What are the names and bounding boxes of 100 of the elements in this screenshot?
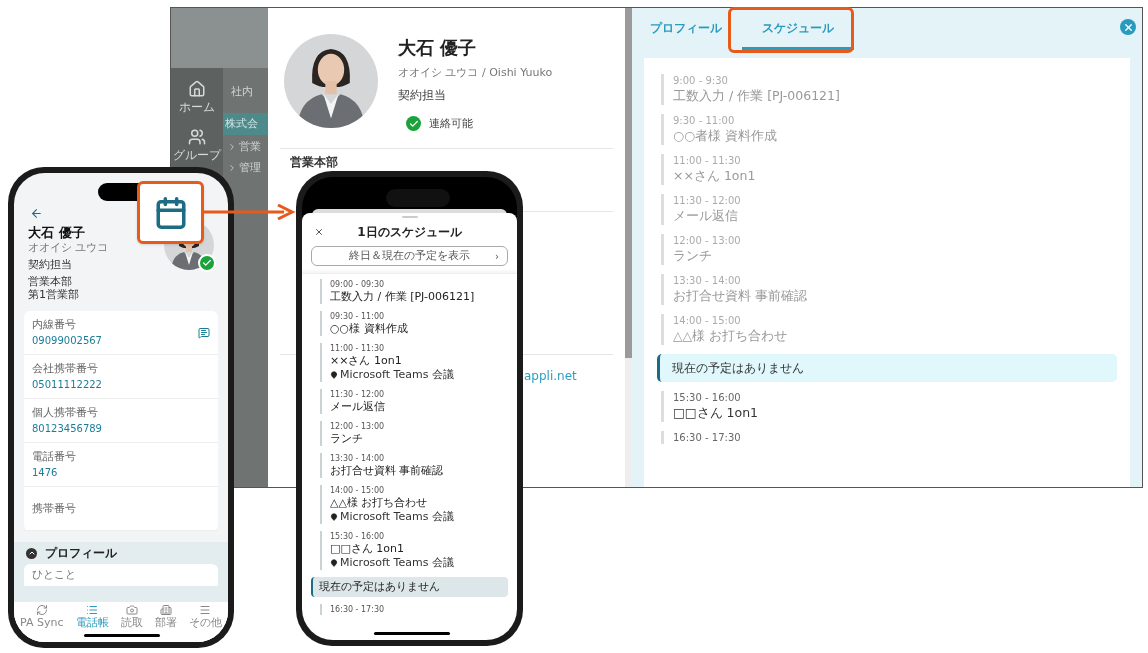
- event-time: 9:00 - 9:30: [673, 74, 729, 87]
- nav-item[interactable]: 電話帳: [75, 604, 109, 629]
- sidebar-item[interactable]: ホーム: [179, 80, 215, 116]
- current-status: 現在の予定はありません: [311, 577, 508, 597]
- event-time: 14:00 - 15:00: [673, 314, 742, 327]
- field-label: 内線番号: [32, 318, 77, 332]
- close-icon[interactable]: [314, 227, 324, 237]
- list-icon: [86, 604, 99, 616]
- event-time: 09:30 - 11:00: [330, 311, 386, 322]
- event-title: ランチ: [673, 247, 713, 265]
- event-time: 16:30 - 17:30: [673, 431, 742, 444]
- event-time: 12:00 - 13:00: [330, 421, 386, 432]
- available-icon: [406, 116, 421, 132]
- event-title: 工数入力 / 作業 [PJ-006121]: [673, 87, 841, 105]
- event-title: □□さん 1on1: [330, 542, 405, 556]
- nav-item[interactable]: 部署: [154, 604, 177, 629]
- person-name: 大石 優子: [28, 224, 86, 241]
- event-title: △△様 お打ち合わせ: [673, 327, 789, 345]
- job-role: 契約担当: [398, 86, 447, 104]
- collapse-icon[interactable]: [26, 547, 37, 559]
- event-title: お打合せ資料 事前確認: [673, 287, 808, 305]
- department-name: 第1営業部: [28, 288, 80, 301]
- email-link[interactable]: appli.net: [524, 367, 577, 385]
- current-status: 現在の予定はありません: [657, 354, 1117, 382]
- phone-number[interactable]: 1476: [32, 466, 210, 479]
- department-name: 営業本部: [289, 154, 339, 171]
- phone-number[interactable]: 05011112222: [32, 378, 210, 391]
- event-location: Microsoft Teams 会議: [340, 510, 454, 524]
- field-row[interactable]: 個人携帯番号 80123456789: [24, 399, 218, 443]
- event-time: 11:30 - 12:00: [330, 389, 386, 400]
- event-time: 16:30 - 17:30: [330, 604, 386, 615]
- sync-icon: [35, 604, 48, 616]
- field-row[interactable]: 会社携帯番号 05011112222: [24, 355, 218, 399]
- field-row[interactable]: 携帯番号: [24, 487, 218, 531]
- menu-icon: [199, 604, 212, 616]
- location-icon: [330, 371, 338, 379]
- event-location: Microsoft Teams 会議: [340, 556, 454, 570]
- event-title: ××さん 1on1: [673, 167, 757, 185]
- phone-number[interactable]: 09099002567: [32, 334, 198, 347]
- expand-icon: [227, 162, 237, 173]
- event-time: 15:30 - 16:00: [673, 391, 742, 404]
- calendar-icon: [153, 195, 188, 230]
- name-reading: オオイシ ユウコ / Oishi Yuuko: [398, 65, 553, 81]
- event-title: メール返信: [330, 400, 386, 414]
- home-icon: [188, 80, 206, 98]
- department-name: 営業本部: [28, 275, 73, 288]
- event-time: 15:30 - 16:00: [330, 531, 386, 542]
- field-label: 電話番号: [32, 450, 77, 464]
- tree-item[interactable]: 管理: [239, 159, 261, 176]
- company-item[interactable]: 株式会: [223, 112, 268, 135]
- field-row[interactable]: 電話番号 1476: [24, 443, 218, 487]
- building-icon: [159, 604, 172, 616]
- tab[interactable]: プロフィール: [650, 19, 722, 50]
- all-day-button[interactable]: 終日＆現在の予定を表示 ›: [311, 246, 508, 266]
- close-button[interactable]: [1120, 19, 1136, 35]
- field-label: ひとこと: [32, 566, 76, 583]
- event-title: □□さん 1on1: [673, 404, 760, 422]
- camera-icon: [125, 604, 138, 616]
- close-icon: [1122, 21, 1134, 33]
- event-title: ○○様 資料作成: [330, 322, 409, 336]
- event-time: 12:00 - 13:00: [673, 234, 742, 247]
- nav-item[interactable]: PA Sync: [20, 604, 64, 629]
- calendar-highlight-button[interactable]: [137, 181, 204, 244]
- event-title: ○○者様 資料作成: [673, 127, 778, 145]
- section-title: プロフィール: [45, 545, 117, 562]
- field-label: 会社携帯番号: [32, 362, 99, 376]
- event-title: 工数入力 / 作業 [PJ-006121]: [330, 290, 476, 304]
- event-time: 13:30 - 14:00: [330, 453, 386, 464]
- tree-header: 社内: [230, 84, 254, 100]
- event-time: 11:00 - 11:30: [673, 154, 742, 167]
- nav-item[interactable]: 読取: [120, 604, 143, 629]
- sidebar-item[interactable]: グループ: [173, 128, 221, 164]
- event-time: 9:30 - 11:00: [673, 114, 736, 127]
- event-time: 09:00 - 09:30: [330, 279, 386, 290]
- status-text: 連絡可能: [429, 115, 473, 132]
- event-time: 11:30 - 12:00: [673, 194, 742, 207]
- event-time: 14:00 - 15:00: [330, 485, 386, 496]
- scrollbar[interactable]: [625, 8, 632, 358]
- phone-number[interactable]: 80123456789: [32, 422, 210, 435]
- event-title: メール返信: [673, 207, 739, 225]
- location-icon: [330, 513, 338, 521]
- event-title: お打合せ資料 事前確認: [330, 464, 445, 478]
- event-title: ××さん 1on1: [330, 354, 403, 368]
- event-time: 11:00 - 11:30: [330, 343, 386, 354]
- event-title: ランチ: [330, 432, 364, 446]
- expand-icon: [227, 142, 237, 153]
- drag-handle[interactable]: [401, 216, 418, 218]
- back-icon[interactable]: [30, 207, 43, 220]
- group-icon: [188, 128, 206, 146]
- event-title: △△様 お打ち合わせ: [330, 496, 429, 510]
- field-label: 個人携帯番号: [32, 406, 99, 420]
- tree-item[interactable]: 営業: [239, 139, 261, 156]
- name-reading: オオイシ ユウコ: [28, 241, 110, 255]
- field-row[interactable]: 内線番号 09099002567: [24, 311, 218, 355]
- job-role: 契約担当: [28, 258, 73, 272]
- tab[interactable]: スケジュール: [742, 19, 854, 50]
- nav-item[interactable]: その他: [188, 604, 222, 629]
- person-name: 大石 優子: [398, 36, 478, 60]
- message-icon[interactable]: [198, 326, 210, 339]
- sheet-title: 1日のスケジュール: [356, 224, 463, 241]
